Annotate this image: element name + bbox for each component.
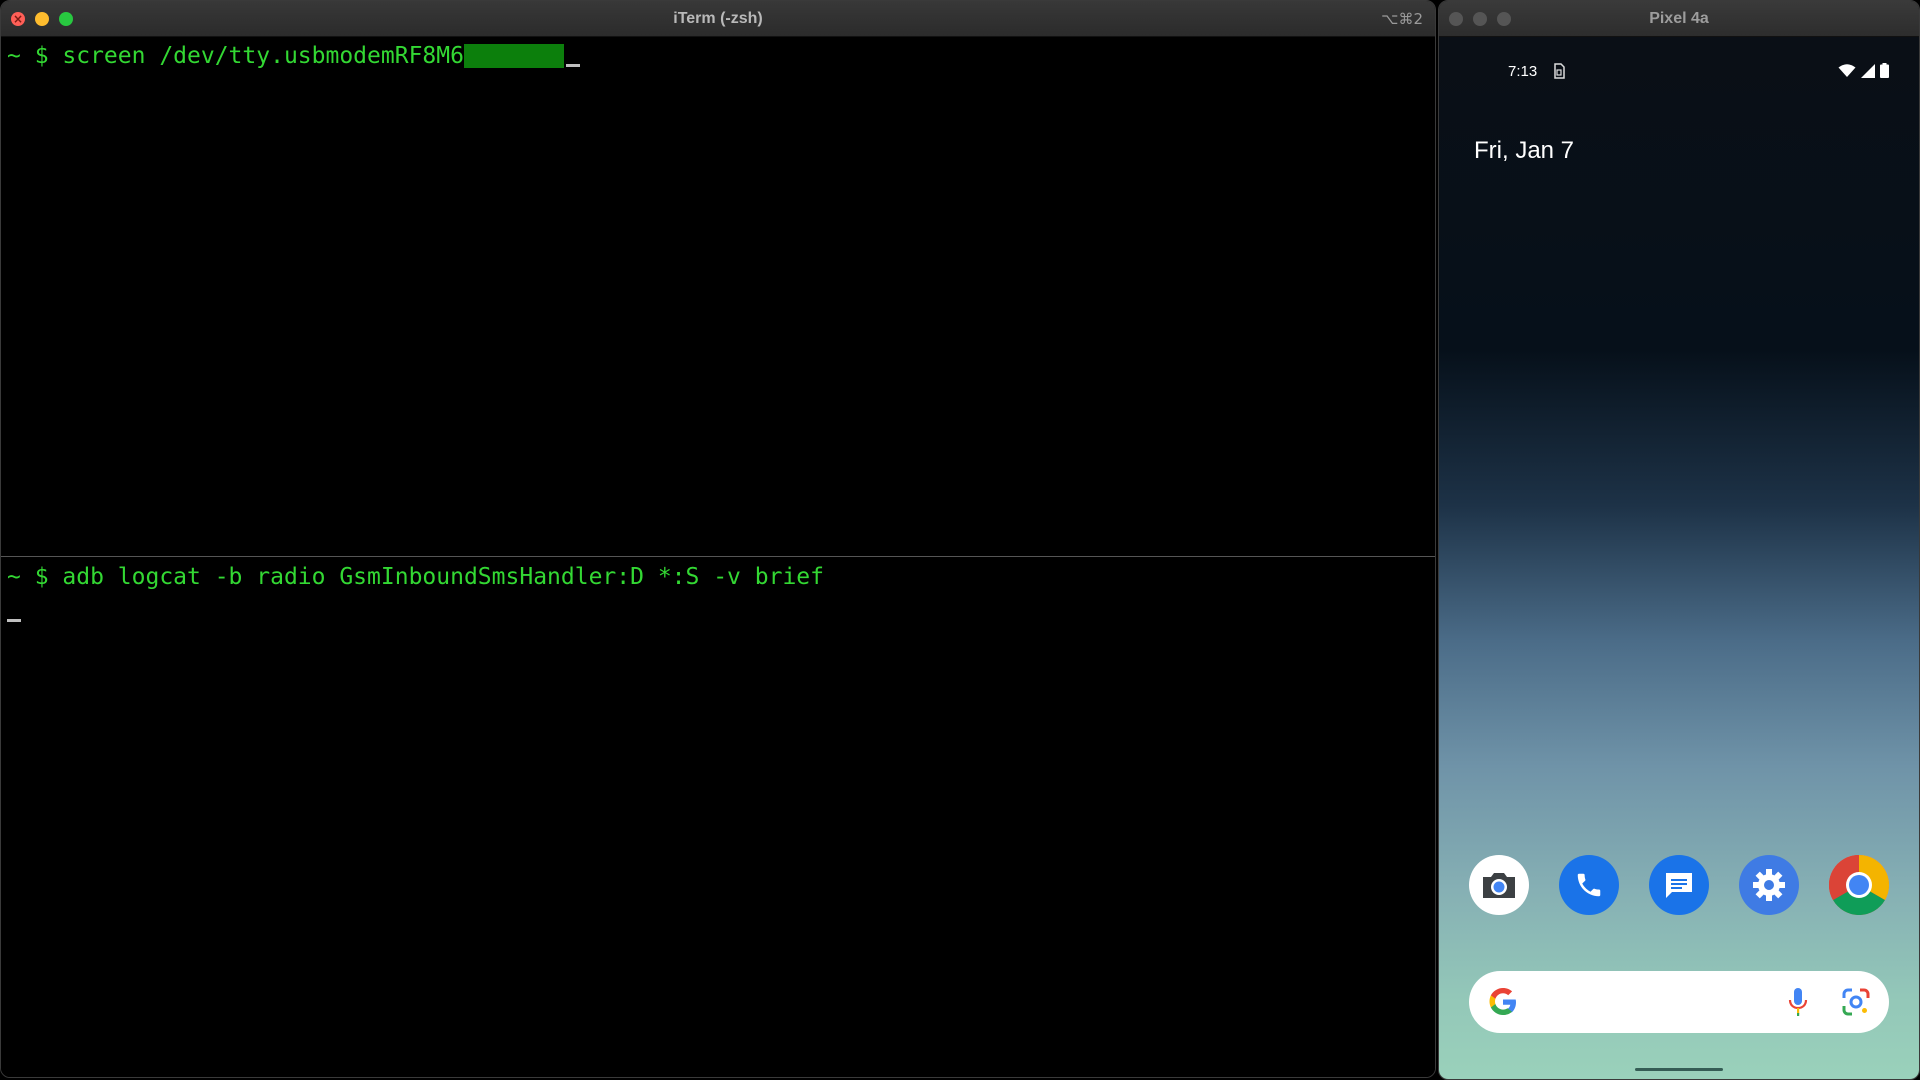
command-text: adb logcat -b radio GsmInboundSmsHandler… xyxy=(62,564,824,590)
signal-icon xyxy=(1861,63,1875,82)
text-cursor xyxy=(565,64,580,67)
phone-home-screen[interactable]: 7:13 Fri, Jan 7 xyxy=(1439,37,1919,1079)
chrome-app-icon[interactable] xyxy=(1829,855,1889,915)
emulator-titlebar[interactable]: Pixel 4a xyxy=(1439,1,1919,37)
terminal-line: ~ $ adb logcat -b radio GsmInboundSmsHan… xyxy=(7,560,1435,594)
status-clock: 7:13 xyxy=(1508,63,1538,80)
home-date[interactable]: Fri, Jan 7 xyxy=(1474,137,1574,165)
phone-app-icon[interactable] xyxy=(1559,855,1619,915)
desktop: iTerm (-zsh) ⌥⌘2 ~ $ screen /dev/tty.usb… xyxy=(0,0,1920,1080)
app-dock xyxy=(1469,855,1889,915)
status-bar: 7:13 xyxy=(1439,63,1919,83)
settings-app-icon[interactable] xyxy=(1739,855,1799,915)
wifi-icon xyxy=(1838,63,1856,82)
command-text: screen /dev/tty.usbmodemRF8M6 xyxy=(62,43,464,69)
window-shortcut: ⌥⌘2 xyxy=(1381,10,1423,28)
iterm-titlebar[interactable]: iTerm (-zsh) ⌥⌘2 xyxy=(1,1,1435,37)
terminal-line: ~ $ screen /dev/tty.usbmodemRF8M6 xyxy=(7,39,1435,73)
messages-app-icon[interactable] xyxy=(1649,855,1709,915)
shell-prompt: ~ $ xyxy=(7,43,63,69)
emulator-window[interactable]: Pixel 4a 7:13 Fri, Jan 7 xyxy=(1438,0,1920,1080)
terminal-line-empty xyxy=(7,594,1435,628)
google-search-bar[interactable] xyxy=(1469,971,1889,1033)
redacted-block xyxy=(463,44,564,68)
camera-app-icon[interactable] xyxy=(1469,855,1529,915)
lens-icon[interactable] xyxy=(1841,987,1871,1021)
text-cursor xyxy=(7,619,21,622)
google-g-icon xyxy=(1487,986,1519,1018)
system-icons xyxy=(1838,63,1889,82)
shell-prompt: ~ $ xyxy=(7,564,63,590)
terminal-pane-top[interactable]: ~ $ screen /dev/tty.usbmodemRF8M6 xyxy=(1,37,1435,557)
iterm-window[interactable]: iTerm (-zsh) ⌥⌘2 ~ $ screen /dev/tty.usb… xyxy=(0,0,1436,1078)
terminal-pane-bottom[interactable]: ~ $ adb logcat -b radio GsmInboundSmsHan… xyxy=(1,558,1435,1077)
battery-icon xyxy=(1880,63,1889,82)
window-title: Pixel 4a xyxy=(1649,10,1709,27)
sim-icon xyxy=(1553,63,1565,83)
mic-icon[interactable] xyxy=(1787,987,1809,1021)
home-gesture-bar[interactable] xyxy=(1635,1068,1723,1071)
window-title: iTerm (-zsh) xyxy=(673,10,763,27)
